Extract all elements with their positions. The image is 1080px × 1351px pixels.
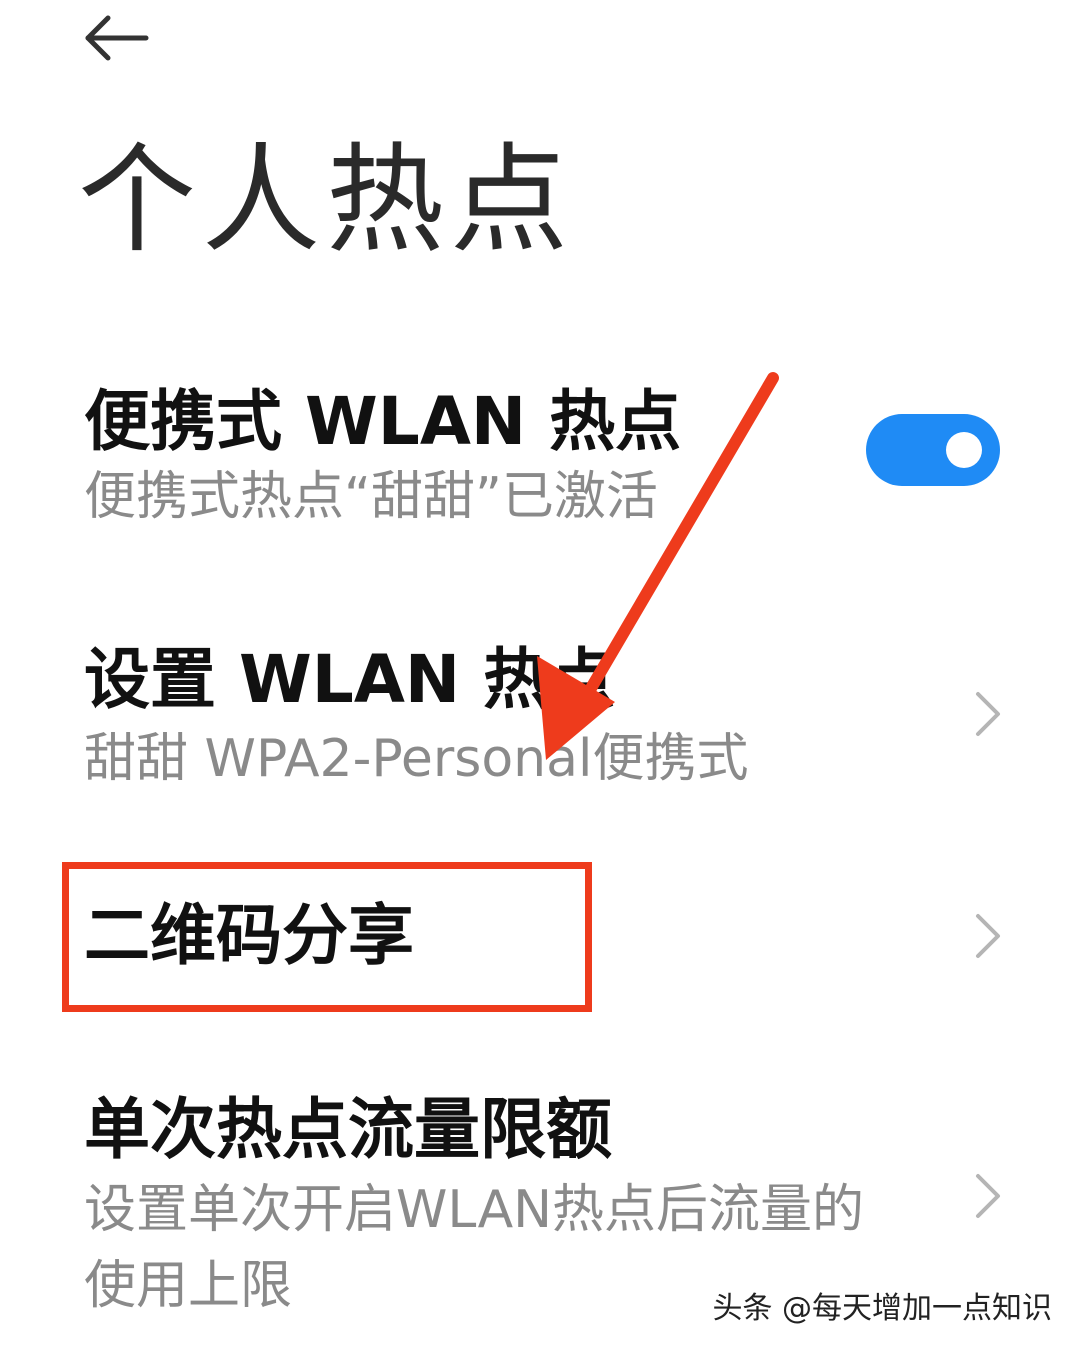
qr-share-row[interactable]: 二维码分享 (0, 870, 1080, 1010)
configure-hotspot-title: 设置 WLAN 热点 (84, 641, 616, 718)
toggle-knob (946, 432, 982, 468)
portable-hotspot-title: 便携式 WLAN 热点 (84, 383, 682, 460)
page-title: 个人热点 (78, 131, 575, 269)
back-button[interactable] (80, 12, 152, 64)
data-limit-title: 单次热点流量限额 (84, 1091, 612, 1168)
configure-hotspot-row[interactable]: 设置 WLAN 热点 甜甜 WPA2-Personal便携式 (0, 630, 1080, 810)
chevron-right-icon (976, 1174, 1000, 1218)
chevron-right-icon (976, 692, 1000, 736)
arrow-left-icon (85, 15, 149, 61)
watermark: 头条 @每天增加一点知识 (712, 1291, 1052, 1326)
portable-hotspot-subtitle: 便携式热点“甜甜”已激活 (84, 467, 658, 527)
qr-share-title: 二维码分享 (84, 897, 414, 974)
chevron-right-icon (976, 914, 1000, 958)
portable-hotspot-toggle[interactable] (866, 414, 1000, 486)
configure-hotspot-subtitle: 甜甜 WPA2-Personal便携式 (84, 729, 749, 789)
